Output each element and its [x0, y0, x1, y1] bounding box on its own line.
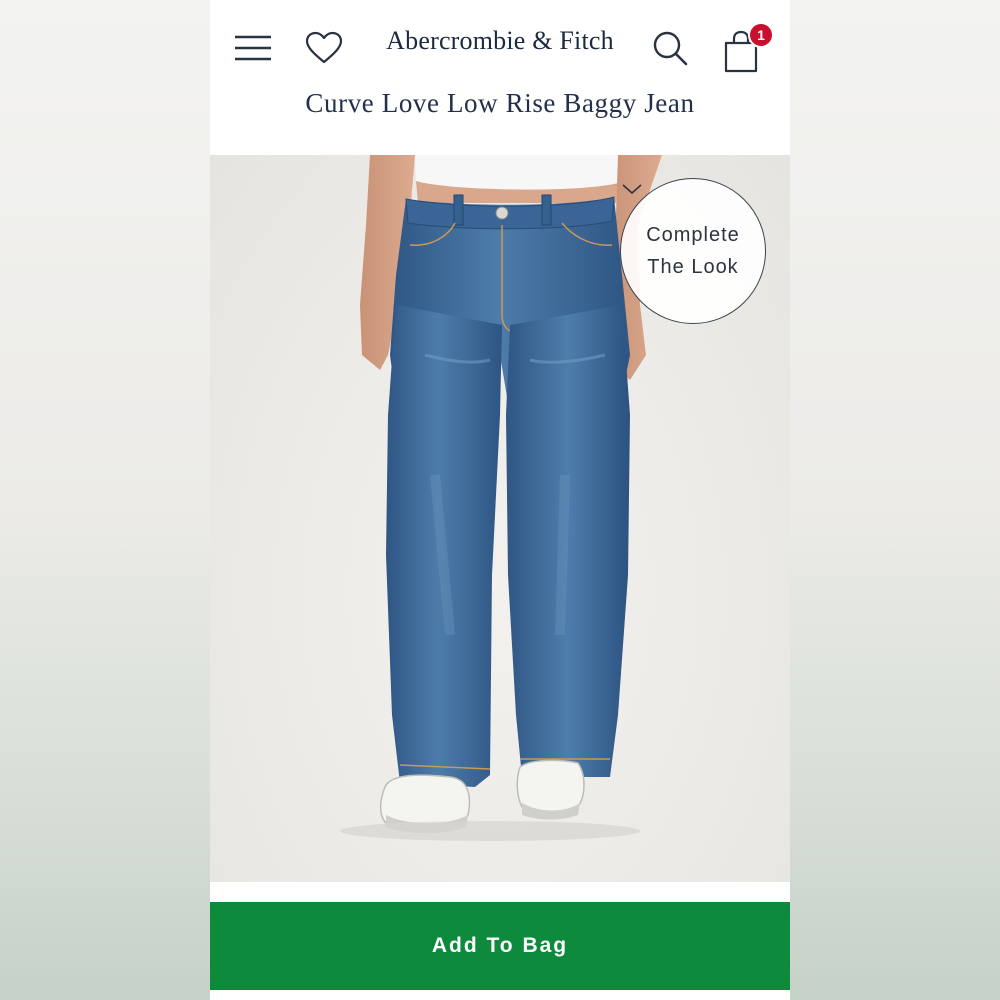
- background-blur-left: [0, 0, 210, 1000]
- heart-icon: [305, 31, 343, 64]
- bag-count-badge: 1: [748, 22, 774, 48]
- favorites-button[interactable]: [302, 26, 346, 70]
- product-image[interactable]: Complete The Look: [210, 155, 790, 882]
- bag-button[interactable]: 1: [720, 22, 776, 73]
- bottom-strip: [210, 990, 790, 1000]
- background-blur-right: [790, 0, 1000, 1000]
- complete-the-look-button[interactable]: Complete The Look: [620, 178, 766, 324]
- product-title: Curve Love Low Rise Baggy Jean: [305, 88, 695, 118]
- chevron-down-icon: [622, 184, 642, 195]
- search-button[interactable]: [648, 26, 692, 70]
- app-screen: Abercrombie & Fitch 1 Curve Love Low Ris…: [210, 0, 790, 1000]
- search-icon: [653, 31, 688, 66]
- menu-button[interactable]: [230, 28, 276, 68]
- header: Abercrombie & Fitch 1 Curve Love Low Ris…: [210, 0, 790, 155]
- spacer: [210, 882, 790, 902]
- add-to-bag-button[interactable]: Add To Bag: [210, 902, 790, 990]
- complete-look-line2: The Look: [647, 256, 739, 278]
- brand-logo[interactable]: Abercrombie & Fitch: [360, 26, 640, 56]
- complete-look-line1: Complete: [646, 224, 740, 246]
- hamburger-menu-icon: [235, 35, 271, 61]
